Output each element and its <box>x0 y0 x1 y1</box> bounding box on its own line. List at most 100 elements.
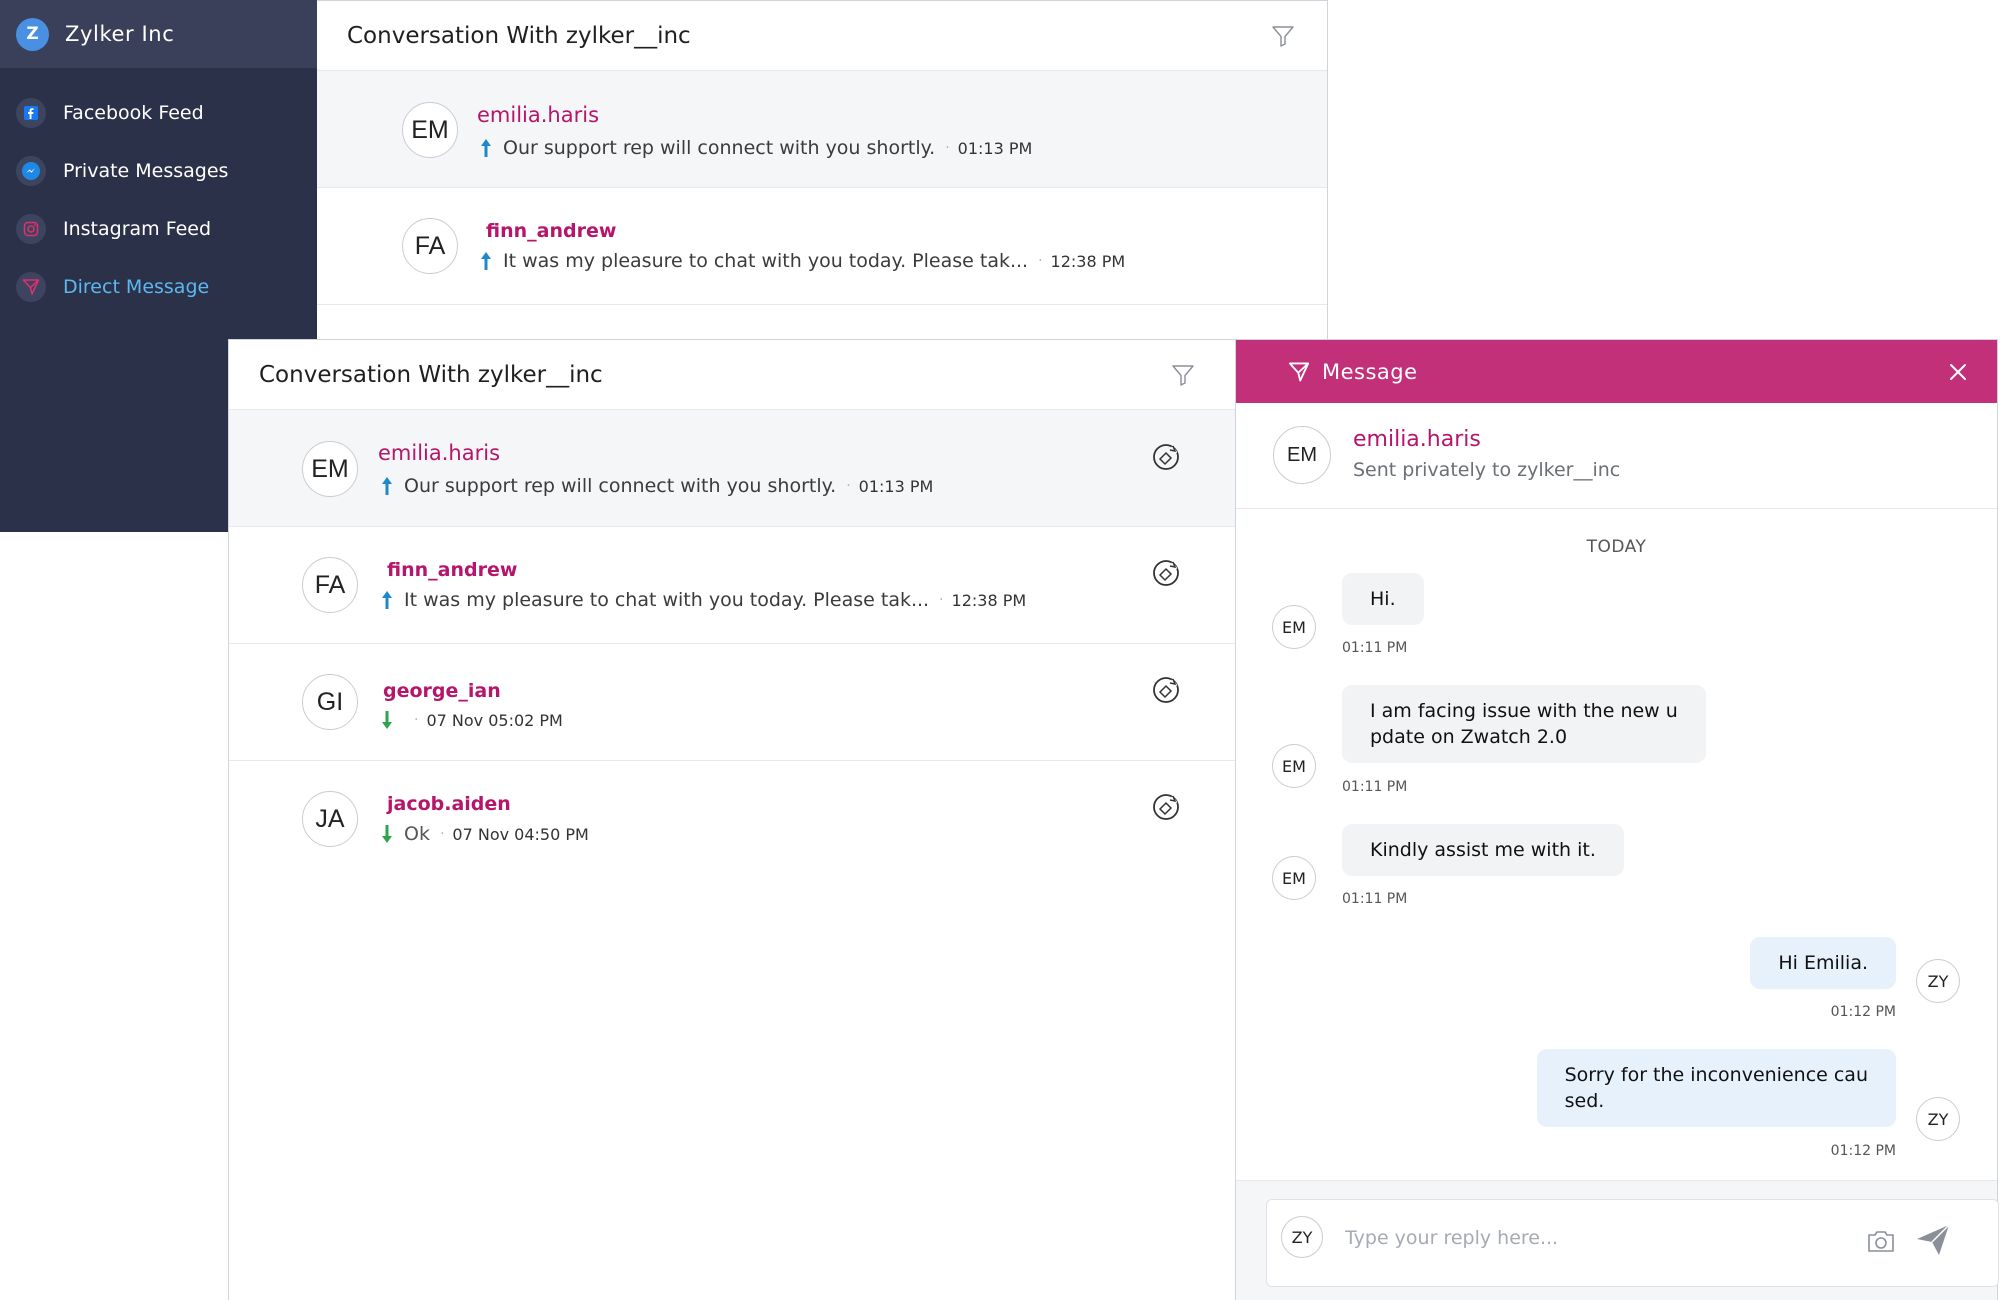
sender-name[interactable]: emilia.haris <box>1353 427 1481 452</box>
page-title: Conversation With zylker__inc <box>259 361 603 388</box>
brand-logo: Z <box>16 17 49 51</box>
filter-button[interactable] <box>1269 22 1297 50</box>
conversation-preview: It was my pleasure to chat with you toda… <box>503 250 1029 272</box>
separator-dot: · <box>939 592 944 608</box>
message-header: Message <box>1236 340 1997 403</box>
camera-icon[interactable] <box>1866 1228 1896 1254</box>
convert-ticket-icon[interactable] <box>1151 558 1181 588</box>
convert-ticket-icon[interactable] <box>1151 442 1181 472</box>
conversation-time: 01:13 PM <box>957 138 1033 158</box>
conversation-row-george[interactable]: GI george_ian · 07 Nov 05:02 PM <box>229 644 1235 761</box>
message-bubble: Hi Emilia. <box>1750 937 1896 989</box>
facebook-icon <box>16 98 46 128</box>
conversation-time: 07 Nov 05:02 PM <box>426 710 563 730</box>
outgoing-arrow-icon <box>382 477 392 495</box>
message-line: Sorry for the inconvenience cau <box>1564 1064 1868 1086</box>
message-time: 01:12 PM <box>1830 1004 1896 1020</box>
avatar: FA <box>402 218 458 274</box>
outgoing-arrow-icon <box>382 591 392 609</box>
filter-icon <box>1272 25 1294 47</box>
avatar: ZY <box>1281 1216 1323 1258</box>
conversation-name[interactable]: jacob.aiden <box>387 793 511 815</box>
panel-header: Conversation With zylker__inc <box>317 1 1327 71</box>
conversation-preview-line: It was my pleasure to chat with you toda… <box>479 250 1125 272</box>
message-sender: EM emilia.haris Sent privately to zylker… <box>1236 403 1997 509</box>
message-time: 01:11 PM <box>1342 640 1408 656</box>
message-panel: Message EM emilia.haris Sent privately t… <box>1235 339 1999 1300</box>
send-icon[interactable] <box>1915 1222 1951 1258</box>
direct-message-icon <box>1288 362 1310 381</box>
avatar: GI <box>302 674 358 730</box>
back-conversation-panel: Conversation With zylker__inc EM emilia.… <box>317 0 1328 340</box>
conversation-preview: It was my pleasure to chat with you toda… <box>404 589 930 611</box>
brand-name: Zylker Inc <box>65 22 175 46</box>
conversation-preview-line: · 07 Nov 05:02 PM <box>380 710 563 730</box>
conversation-row-finn[interactable]: FA finn_andrew It was my pleasure to cha… <box>229 527 1235 644</box>
close-button[interactable] <box>1947 361 1969 383</box>
conversation-row-finn[interactable]: FA finn_andrew It was my pleasure to cha… <box>317 188 1327 305</box>
message-thread: TODAY EM Hi. 01:11 PM EM I am facing iss… <box>1236 509 1997 1181</box>
avatar: JA <box>302 791 358 847</box>
avatar: EM <box>1273 426 1331 484</box>
conversation-row-emilia[interactable]: EM emilia.haris Our support rep will con… <box>229 410 1235 527</box>
sender-subtitle: Sent privately to zylker__inc <box>1353 459 1621 481</box>
filter-button[interactable] <box>1169 361 1197 389</box>
conversation-name[interactable]: emilia.haris <box>378 441 500 465</box>
message-line: sed. <box>1564 1090 1605 1112</box>
separator-dot: · <box>439 826 445 842</box>
conversation-time: 12:38 PM <box>1050 251 1126 271</box>
conversation-row-emilia[interactable]: EM emilia.haris Our support rep will con… <box>317 71 1327 188</box>
outgoing-arrow-icon <box>481 252 491 270</box>
avatar: EM <box>1272 856 1316 900</box>
conversation-preview: Ok <box>404 823 430 845</box>
sidebar-item-direct-message[interactable]: Direct Message <box>0 258 317 316</box>
message-time: 01:11 PM <box>1342 779 1408 795</box>
conversation-preview-line: It was my pleasure to chat with you toda… <box>380 589 1026 611</box>
message-bubble: Kindly assist me with it. <box>1342 824 1624 876</box>
message-bubble: Hi. <box>1342 573 1424 625</box>
reply-box: ZY <box>1266 1199 1999 1287</box>
filter-icon <box>1172 364 1194 386</box>
brand-bar[interactable]: Z Zylker Inc <box>0 0 317 68</box>
sidebar-item-private-messages[interactable]: Private Messages <box>0 142 317 200</box>
sidebar-item-instagram-feed[interactable]: Instagram Feed <box>0 200 317 258</box>
close-icon <box>1950 363 1966 380</box>
message-line: I am facing issue with the new u <box>1370 700 1678 722</box>
conversation-name[interactable]: emilia.haris <box>477 103 599 127</box>
avatar: ZY <box>1916 1097 1960 1141</box>
conversation-preview-line: Ok · 07 Nov 04:50 PM <box>380 823 589 845</box>
message-header-left: Message <box>1288 360 1418 384</box>
outgoing-arrow-icon <box>481 139 491 157</box>
reply-area: ZY <box>1236 1180 1999 1300</box>
page-title: Conversation With zylker__inc <box>347 22 691 49</box>
convert-ticket-icon[interactable] <box>1151 792 1181 822</box>
conversation-row-jacob[interactable]: JA jacob.aiden Ok · 07 Nov 04:50 PM <box>229 761 1235 878</box>
direct-message-icon <box>16 272 46 302</box>
conversation-time: 01:13 PM <box>858 476 934 496</box>
conversation-time: 07 Nov 04:50 PM <box>452 824 589 844</box>
separator-dot: · <box>414 712 419 728</box>
conversation-name[interactable]: george_ian <box>383 680 501 702</box>
instagram-icon <box>16 214 46 244</box>
sidebar-nav: Facebook Feed Private Messages Instagram… <box>0 68 317 316</box>
separator-dot: · <box>1038 253 1043 269</box>
convert-ticket-icon[interactable] <box>1151 675 1181 705</box>
separator-dot: · <box>945 140 950 156</box>
sidebar-item-facebook-feed[interactable]: Facebook Feed <box>0 84 317 142</box>
avatar: EM <box>402 102 458 158</box>
sidebar-item-label: Private Messages <box>63 160 229 182</box>
conversation-time: 12:38 PM <box>951 590 1027 610</box>
sidebar-item-label: Direct Message <box>63 276 210 298</box>
conversation-name[interactable]: finn_andrew <box>387 559 517 581</box>
sidebar-item-label: Facebook Feed <box>63 102 204 124</box>
conversation-name[interactable]: finn_andrew <box>486 220 616 242</box>
avatar: EM <box>1272 744 1316 788</box>
day-separator: TODAY <box>1586 537 1647 557</box>
front-conversation-panel: Conversation With zylker__inc EM emilia.… <box>228 339 1236 1300</box>
reply-input[interactable] <box>1345 1220 1865 1256</box>
conversation-preview-line: Our support rep will connect with you sh… <box>380 475 933 497</box>
conversation-preview: Our support rep will connect with you sh… <box>503 137 936 159</box>
avatar: EM <box>1272 605 1316 649</box>
message-time: 01:11 PM <box>1342 891 1408 907</box>
messenger-icon <box>16 156 46 186</box>
